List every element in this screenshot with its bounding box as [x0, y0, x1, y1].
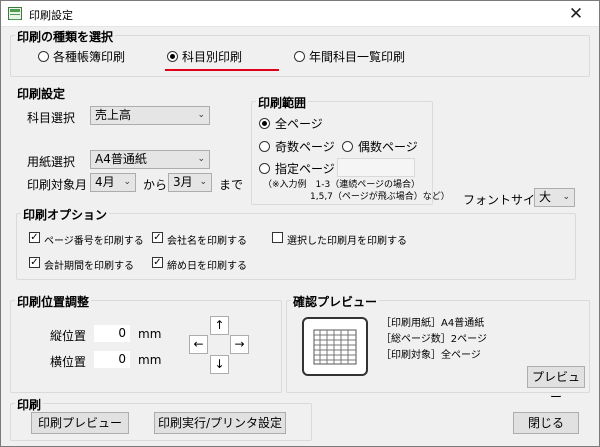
checkbox-closing-date-label[interactable]: 締め日を印刷する	[167, 257, 247, 272]
month-from-value: 4月	[95, 175, 115, 189]
print-settings-window: 印刷設定 ✕ 印刷の種類を選択 各種帳簿印刷 科目別印刷 年間科目一覧印刷 印刷…	[0, 0, 600, 447]
horizontal-unit: mm	[138, 353, 162, 367]
move-up-button[interactable]: ↑	[210, 316, 229, 335]
radio-all-pages-label[interactable]: 全ページ	[275, 115, 323, 132]
radio-by-account-label[interactable]: 科目別印刷	[182, 48, 242, 65]
checkbox-closing-date[interactable]: ✓	[152, 257, 163, 268]
preview-paper-line: ［印刷用紙］A4普通紙	[381, 318, 485, 329]
font-size-value: 大	[539, 190, 552, 204]
print-title: 印刷	[15, 396, 44, 413]
month-to-select[interactable]: 3月 ⌄	[168, 173, 212, 192]
move-left-button[interactable]: ←	[189, 335, 208, 354]
chevron-down-icon: ⌄	[123, 177, 131, 187]
to-text: まで	[219, 178, 244, 192]
print-options-title: 印刷オプション	[21, 206, 110, 223]
radio-odd-pages[interactable]	[259, 141, 270, 152]
paper-select[interactable]: A4普通紙 ⌄	[90, 150, 210, 169]
checkbox-page-number-label[interactable]: ページ番号を印刷する	[44, 232, 144, 247]
selection-underline	[165, 69, 279, 71]
print-type-title: 印刷の種類を選択	[15, 28, 116, 45]
radio-each-ledger-label[interactable]: 各種帳簿印刷	[53, 48, 125, 65]
radio-all-pages[interactable]	[259, 118, 270, 129]
radio-specified-pages-label[interactable]: 指定ページ	[275, 160, 335, 177]
horizontal-input[interactable]: 0	[93, 350, 131, 369]
window-title: 印刷設定	[29, 9, 73, 22]
preview-target-line: ［印刷対象］全ページ	[381, 350, 481, 361]
move-down-button[interactable]: ↓	[210, 355, 229, 374]
radio-even-pages[interactable]	[342, 141, 353, 152]
paper-select-label: 用紙選択	[27, 155, 76, 169]
print-execute-button[interactable]: 印刷実行/プリンタ設定	[154, 412, 286, 434]
account-select-value: 売上高	[95, 108, 132, 122]
preview-total-pages-line: ［総ページ数］2ページ	[381, 334, 487, 345]
position-title: 印刷位置調整	[15, 293, 92, 310]
font-size-select[interactable]: 大 ⌄	[534, 188, 575, 207]
page-preview-icon	[302, 317, 368, 376]
account-select[interactable]: 売上高 ⌄	[90, 106, 210, 125]
checkbox-company-name[interactable]: ✓	[152, 232, 163, 243]
checkbox-page-number[interactable]: ✓	[29, 232, 40, 243]
vertical-input[interactable]: 0	[93, 324, 131, 343]
checkbox-fiscal-period-label[interactable]: 会計期間を印刷する	[44, 257, 134, 272]
close-button[interactable]: 閉じる	[513, 412, 579, 434]
radio-odd-pages-label[interactable]: 奇数ページ	[275, 138, 335, 155]
chevron-down-icon: ⌄	[199, 177, 207, 187]
checkbox-fiscal-period[interactable]: ✓	[29, 257, 40, 268]
move-right-button[interactable]: →	[230, 335, 249, 354]
vertical-unit: mm	[138, 327, 162, 341]
specified-pages-input[interactable]	[337, 158, 415, 177]
radio-by-account[interactable]	[167, 51, 178, 62]
range-note-line2: 1,5,7（ページが飛ぶ場合）など）	[310, 192, 450, 202]
chevron-down-icon: ⌄	[197, 110, 205, 120]
month-from-select[interactable]: 4月 ⌄	[90, 173, 136, 192]
preview-button[interactable]: プレビュー	[527, 366, 585, 404]
print-preview-button[interactable]: 印刷プレビュー	[31, 412, 129, 434]
print-settings-title: 印刷設定	[15, 85, 68, 102]
from-text: から	[143, 178, 168, 192]
horizontal-label: 横位置	[50, 355, 87, 369]
month-label: 印刷対象月	[27, 178, 88, 192]
radio-annual-list-label[interactable]: 年間科目一覧印刷	[309, 48, 405, 65]
radio-even-pages-label[interactable]: 偶数ページ	[358, 138, 418, 155]
title-bar: 印刷設定 ✕	[1, 1, 599, 27]
window-close-button[interactable]: ✕	[559, 3, 593, 25]
radio-annual-list[interactable]	[294, 51, 305, 62]
checkbox-selected-month[interactable]	[272, 232, 283, 243]
radio-each-ledger[interactable]	[38, 51, 49, 62]
table-grid-icon	[313, 329, 357, 365]
app-icon	[8, 7, 22, 20]
chevron-down-icon: ⌄	[197, 154, 205, 164]
print-range-title: 印刷範囲	[256, 94, 309, 111]
chevron-down-icon: ⌄	[562, 192, 570, 202]
vertical-label: 縦位置	[50, 329, 87, 343]
account-select-label: 科目選択	[27, 111, 76, 125]
checkbox-company-name-label[interactable]: 会社名を印刷する	[167, 232, 247, 247]
radio-specified-pages[interactable]	[259, 163, 270, 174]
paper-select-value: A4普通紙	[95, 152, 147, 166]
checkbox-selected-month-label[interactable]: 選択した印刷月を印刷する	[287, 232, 407, 247]
preview-title: 確認プレビュー	[291, 293, 380, 310]
month-to-value: 3月	[173, 175, 193, 189]
